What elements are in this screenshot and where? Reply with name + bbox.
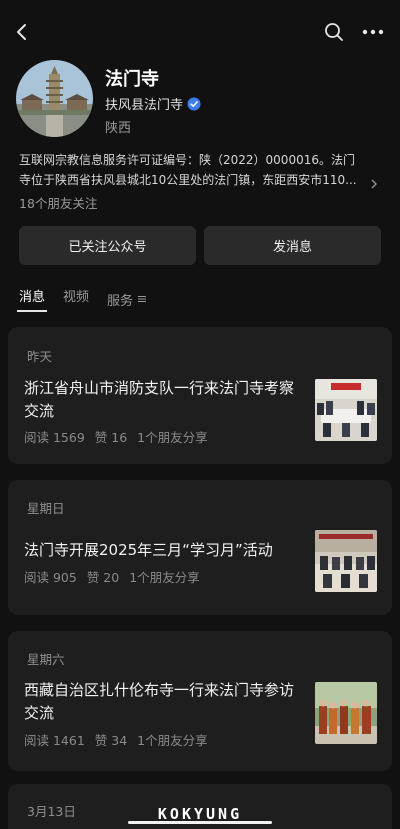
menu-icon [138, 296, 147, 302]
content-tabs: 消息 视频 服务 [16, 286, 164, 312]
search-button[interactable] [320, 18, 348, 46]
friends-following-count[interactable]: 18个朋友关注 [19, 193, 97, 212]
followed-account-button[interactable]: 已关注公众号 [19, 226, 196, 265]
home-indicator [128, 821, 272, 824]
more-button[interactable] [359, 18, 387, 46]
article-title[interactable]: 法门寺开展2025年三月“学习月”活动 [24, 539, 304, 562]
tab-services[interactable]: 服务 [107, 286, 147, 312]
article-likes: 赞 34 [94, 733, 128, 748]
verified-entity-name: 扶风县法门寺 [105, 98, 184, 113]
article-stats: 阅读 1461 赞 34 1个朋友分享 [24, 730, 214, 749]
description-line: 互联网宗教信息服务许可证编号：陕（2022）0000016。法门 [19, 153, 355, 167]
back-button[interactable] [8, 18, 36, 46]
article-card[interactable]: 昨天 浙江省舟山市消防支队一行来法门寺考察交流 阅读 1569 赞 16 1个朋… [8, 327, 392, 464]
tab-messages[interactable]: 消息 [16, 286, 48, 312]
article-likes: 赞 16 [94, 430, 128, 445]
article-card[interactable]: 星期日 法门寺开展2025年三月“学习月”活动 阅读 905 赞 20 1个朋友… [8, 480, 392, 615]
article-reads: 阅读 905 [24, 570, 77, 585]
top-bar [0, 0, 400, 62]
article-thumbnail[interactable] [315, 379, 377, 441]
tab-services-label: 服务 [107, 293, 134, 309]
article-thumbnail[interactable] [315, 682, 377, 744]
article-likes: 赞 20 [86, 570, 120, 585]
verification-row[interactable]: 扶风县法门寺 [105, 94, 201, 113]
article-title[interactable]: 西藏自治区扎什伦布寺一行来法门寺参访交流 [24, 679, 304, 725]
study-session-photo-image [315, 530, 377, 592]
article-date: 昨天 [27, 349, 53, 364]
verified-badge-icon [187, 97, 201, 110]
article-reads: 阅读 1569 [24, 430, 85, 445]
chevron-right-icon [371, 179, 377, 189]
article-shares: 1个朋友分享 [137, 733, 208, 748]
account-description[interactable]: 互联网宗教信息服务许可证编号：陕（2022）0000016。法门 寺位于陕西省扶… [19, 150, 379, 190]
article-reads: 阅读 1461 [24, 733, 85, 748]
article-card[interactable]: 星期六 西藏自治区扎什伦布寺一行来法门寺参访交流 阅读 1461 赞 34 1个… [8, 631, 392, 771]
article-title[interactable]: 浙江省舟山市消防支队一行来法门寺考察交流 [24, 377, 304, 423]
article-date: 星期日 [27, 501, 65, 516]
watermark: KOKYUNG [128, 803, 272, 825]
article-thumbnail[interactable] [315, 530, 377, 592]
article-date: 3月13日 [27, 804, 76, 819]
meeting-photo-image [315, 379, 377, 441]
chevron-left-icon [17, 24, 26, 40]
send-message-button[interactable]: 发消息 [204, 226, 381, 265]
description-expand-icon[interactable] [370, 175, 378, 194]
article-date: 星期六 [27, 652, 65, 667]
account-avatar[interactable] [16, 60, 93, 137]
pagoda-avatar-image [16, 60, 93, 137]
account-name: 法门寺 [105, 69, 159, 90]
monks-visit-photo-image [315, 682, 377, 744]
more-icon [362, 29, 384, 35]
article-shares: 1个朋友分享 [137, 430, 208, 445]
search-icon [325, 23, 343, 41]
article-shares: 1个朋友分享 [129, 570, 200, 585]
tab-videos[interactable]: 视频 [63, 286, 89, 312]
article-stats: 阅读 905 赞 20 1个朋友分享 [24, 567, 206, 586]
account-region: 陕西 [105, 121, 132, 136]
official-account-page: 法门寺 扶风县法门寺 陕西 互联网宗教信息服务许可证编号：陕（2022）0000… [0, 0, 400, 829]
description-line: 寺位于陕西省扶风县城北10公里处的法门镇，东距西安市110... [19, 173, 357, 187]
article-stats: 阅读 1569 赞 16 1个朋友分享 [24, 427, 214, 446]
